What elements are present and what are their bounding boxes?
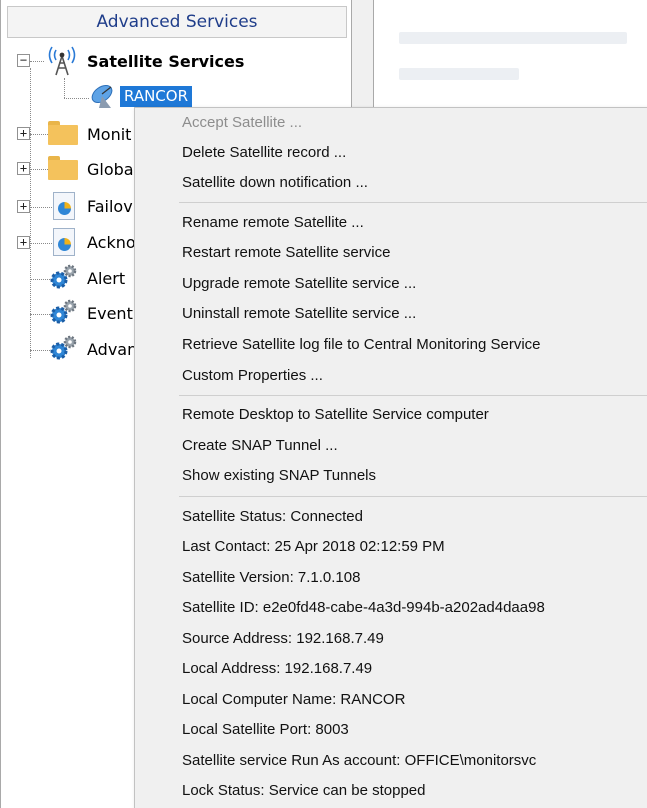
tree-connector: [30, 169, 48, 170]
tree-node-advanced[interactable]: Advan: [87, 335, 137, 363]
menu-item-custom-properties[interactable]: Custom Properties ...: [135, 361, 647, 391]
tree-connector: [64, 98, 89, 99]
tree-node-global[interactable]: Globa: [87, 155, 134, 183]
menu-separator: [179, 496, 647, 497]
menu-item-create-snap-tunnel[interactable]: Create SNAP Tunnel ...: [135, 431, 647, 461]
menu-separator: [179, 395, 647, 396]
tree-connector: [30, 350, 50, 351]
selected-node-label: RANCOR: [120, 85, 192, 107]
menu-info-local-satellite-port[interactable]: Local Satellite Port: 8003: [135, 715, 647, 745]
faded-row: [399, 68, 519, 80]
tree-connector: [30, 314, 50, 315]
tree-node-failover[interactable]: Failov: [87, 192, 133, 220]
expand-toggle[interactable]: +: [17, 162, 30, 175]
menu-item-upgrade-remote-service[interactable]: Upgrade remote Satellite service ...: [135, 269, 647, 299]
tree-node-monitors[interactable]: Monit: [87, 120, 131, 148]
menu-item-uninstall-remote-service[interactable]: Uninstall remote Satellite service ...: [135, 299, 647, 329]
tree-node-acknowledgements[interactable]: Ackno: [87, 228, 136, 256]
tree-node-alert[interactable]: Alert: [87, 264, 125, 292]
folder-icon: [48, 121, 78, 145]
tree-node-label: Failov: [87, 196, 133, 216]
faded-row: [399, 32, 627, 44]
tree-node-label: Alert: [87, 268, 126, 288]
menu-info-satellite-id[interactable]: Satellite ID: e2e0fd48-cabe-4a3d-994b-a2…: [135, 593, 647, 623]
menu-item-delete-satellite-record[interactable]: Delete Satellite record ...: [135, 138, 647, 168]
collapse-toggle[interactable]: −: [17, 54, 30, 67]
tree-connector: [30, 61, 44, 62]
report-icon: [53, 192, 75, 220]
tree-node-label: Event: [87, 303, 133, 323]
menu-info-local-computer-name[interactable]: Local Computer Name: RANCOR: [135, 685, 647, 715]
tree-connector: [30, 243, 52, 244]
expand-toggle[interactable]: +: [17, 236, 30, 249]
tree-node-label: Monit: [87, 124, 132, 144]
tree-node-satellite-services[interactable]: Satellite Services: [87, 47, 244, 75]
expand-toggle[interactable]: +: [17, 200, 30, 213]
report-icon: [53, 228, 75, 256]
tree-node-label: Globa: [87, 159, 134, 179]
menu-info-local-address[interactable]: Local Address: 192.168.7.49: [135, 654, 647, 684]
tree-node-rancor[interactable]: RANCOR: [120, 85, 192, 107]
menu-item-retrieve-log-file[interactable]: Retrieve Satellite log file to Central M…: [135, 330, 647, 360]
tree-node-label: Advan: [87, 339, 138, 359]
menu-separator: [179, 202, 647, 203]
folder-icon: [48, 156, 78, 180]
menu-info-last-contact[interactable]: Last Contact: 25 Apr 2018 02:12:59 PM: [135, 532, 647, 562]
gear-icon: [50, 299, 77, 324]
gear-icon: [50, 264, 77, 289]
panel-header: Advanced Services: [7, 6, 347, 38]
tree-node-event[interactable]: Event: [87, 299, 133, 327]
menu-item-satellite-down-notification[interactable]: Satellite down notification ...: [135, 168, 647, 198]
satellite-dish-icon: [91, 84, 113, 108]
tree-connector: [30, 207, 52, 208]
menu-item-restart-remote-service[interactable]: Restart remote Satellite service: [135, 238, 647, 268]
menu-item-show-snap-tunnels[interactable]: Show existing SNAP Tunnels: [135, 461, 647, 491]
tree-connector: [64, 78, 65, 98]
satellite-tower-icon: [48, 46, 76, 76]
expand-toggle[interactable]: +: [17, 127, 30, 140]
menu-info-run-as-account[interactable]: Satellite service Run As account: OFFICE…: [135, 746, 647, 776]
menu-info-satellite-version[interactable]: Satellite Version: 7.1.0.108: [135, 563, 647, 593]
tree-connector: [30, 279, 50, 280]
tree-node-label: Satellite Services: [87, 51, 245, 71]
menu-info-lock-status[interactable]: Lock Status: Service can be stopped: [135, 776, 647, 806]
gear-icon: [50, 335, 77, 360]
menu-info-satellite-status[interactable]: Satellite Status: Connected: [135, 502, 647, 532]
menu-item-rename-remote-satellite[interactable]: Rename remote Satellite ...: [135, 208, 647, 238]
menu-item-remote-desktop[interactable]: Remote Desktop to Satellite Service comp…: [135, 400, 647, 430]
menu-info-source-address[interactable]: Source Address: 192.168.7.49: [135, 624, 647, 654]
tree-connector: [30, 134, 48, 135]
menu-item-accept-satellite[interactable]: Accept Satellite ...: [135, 108, 647, 138]
tree-node-label: Ackno: [87, 232, 136, 252]
context-menu: Accept Satellite ... Delete Satellite re…: [134, 107, 647, 808]
